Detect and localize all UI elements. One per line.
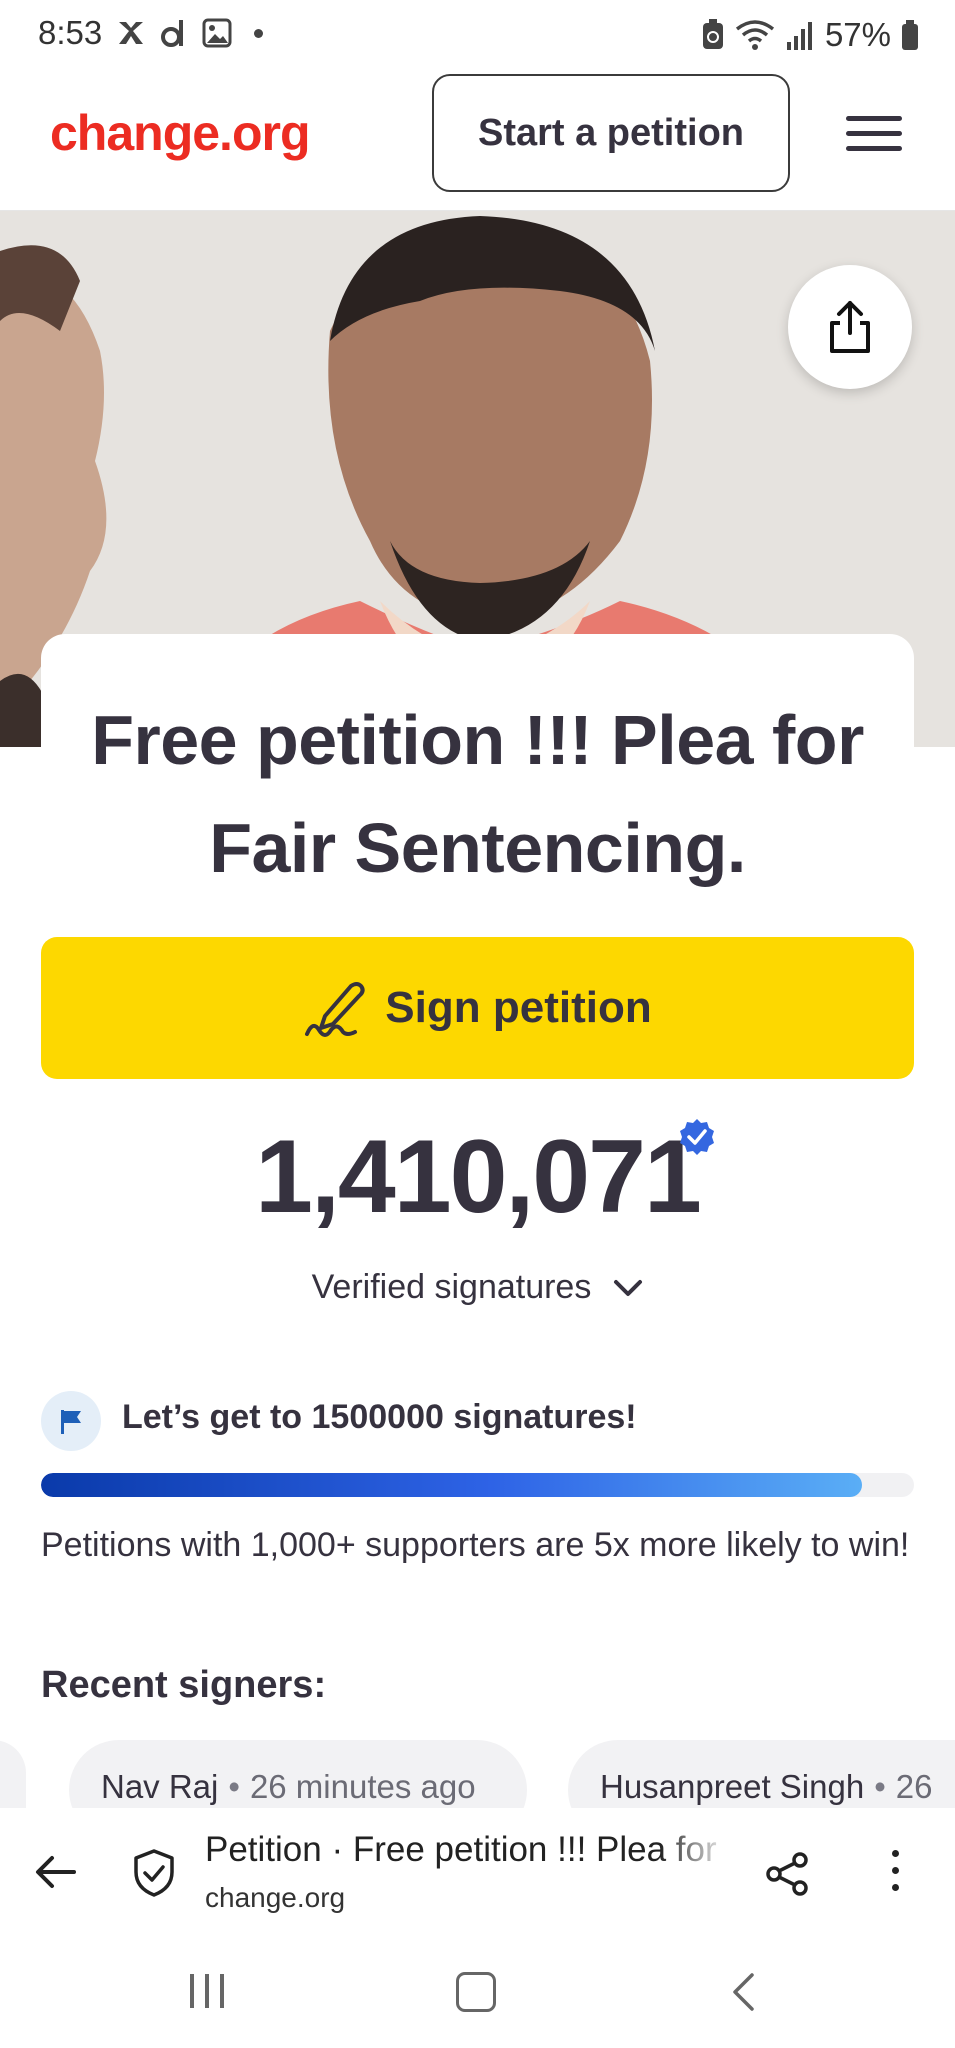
- home-icon[interactable]: [456, 1972, 496, 2012]
- notification-icons: [116, 18, 263, 48]
- site-header: change.org Start a petition: [0, 74, 955, 211]
- status-bar: 8:53 57%: [0, 0, 955, 74]
- recent-signers-title: Recent signers:: [41, 1664, 327, 1706]
- signer-chip: Nav Raj • 26 minutes ago: [69, 1740, 527, 1810]
- app-d-icon: [161, 20, 183, 47]
- signature-count: 1,410,071: [255, 1119, 702, 1235]
- hamburger-menu-icon[interactable]: [846, 116, 902, 156]
- status-time: 8:53: [38, 14, 103, 51]
- share-nodes-icon[interactable]: [764, 1850, 812, 1903]
- browser-host[interactable]: change.org: [205, 1882, 345, 1914]
- chevron-down-icon: [614, 1279, 643, 1296]
- signer-time: 26 minutes ago: [249, 1768, 476, 1805]
- recent-signers-list: Nav Raj • 26 minutes ago Husanpreet Sing…: [0, 1740, 955, 1810]
- system-icons: 57%: [701, 16, 919, 54]
- signer-chip: Husanpreet Singh • 26: [568, 1740, 955, 1810]
- petition-title: Free petition !!! Plea for Fair Sentenci…: [91, 701, 864, 887]
- signer-chip-partial: [0, 1740, 26, 1810]
- goal-note: Petitions with 1,000+ supporters are 5x …: [41, 1526, 910, 1564]
- system-navigation-bar: [0, 1938, 955, 2048]
- start-petition-button[interactable]: Start a petition: [432, 74, 790, 192]
- browser-page-title[interactable]: Petition · Free petition !!! Plea for Fa…: [205, 1830, 725, 1870]
- more-options-icon[interactable]: [890, 1850, 902, 1901]
- signer-name: Husanpreet Singh: [600, 1768, 865, 1805]
- gallery-icon: [202, 18, 232, 48]
- share-button[interactable]: [788, 265, 912, 389]
- sign-petition-label: Sign petition: [385, 983, 652, 1032]
- browser-toolbar: Petition · Free petition !!! Plea for Fa…: [0, 1808, 955, 1938]
- goal-flag-icon: [41, 1391, 101, 1451]
- more-notifications-dot: [254, 28, 263, 38]
- battery-percent: 57%: [824, 16, 891, 53]
- recent-apps-icon[interactable]: [190, 1974, 224, 2008]
- butterfly-icon: [119, 22, 143, 44]
- share-upload-icon: [830, 301, 870, 353]
- nav-back-icon[interactable]: [730, 1972, 756, 2017]
- signer-name: Nav Raj: [101, 1768, 219, 1805]
- verified-signatures-toggle[interactable]: Verified signatures: [0, 1268, 955, 1307]
- secure-shield-icon[interactable]: [132, 1848, 176, 1903]
- signer-time: 26: [895, 1768, 933, 1805]
- pen-signature-icon: [305, 982, 365, 1037]
- verified-signatures-label: Verified signatures: [311, 1268, 592, 1306]
- back-arrow-icon[interactable]: [34, 1854, 78, 1895]
- battery-icon: [902, 20, 918, 50]
- goal-text: Let’s get to 1500000 signatures!: [122, 1398, 637, 1436]
- change-org-logo[interactable]: change.org: [50, 104, 310, 162]
- goal-progress-fill: [41, 1473, 862, 1497]
- verified-badge-icon: [678, 1118, 716, 1161]
- signal-icon: [786, 22, 812, 50]
- wifi-icon: [735, 20, 775, 50]
- title-fade: [660, 1830, 730, 1876]
- sign-petition-button[interactable]: Sign petition: [41, 937, 914, 1079]
- battery-saver-icon: [702, 19, 723, 49]
- goal-progress-bar: [41, 1473, 914, 1497]
